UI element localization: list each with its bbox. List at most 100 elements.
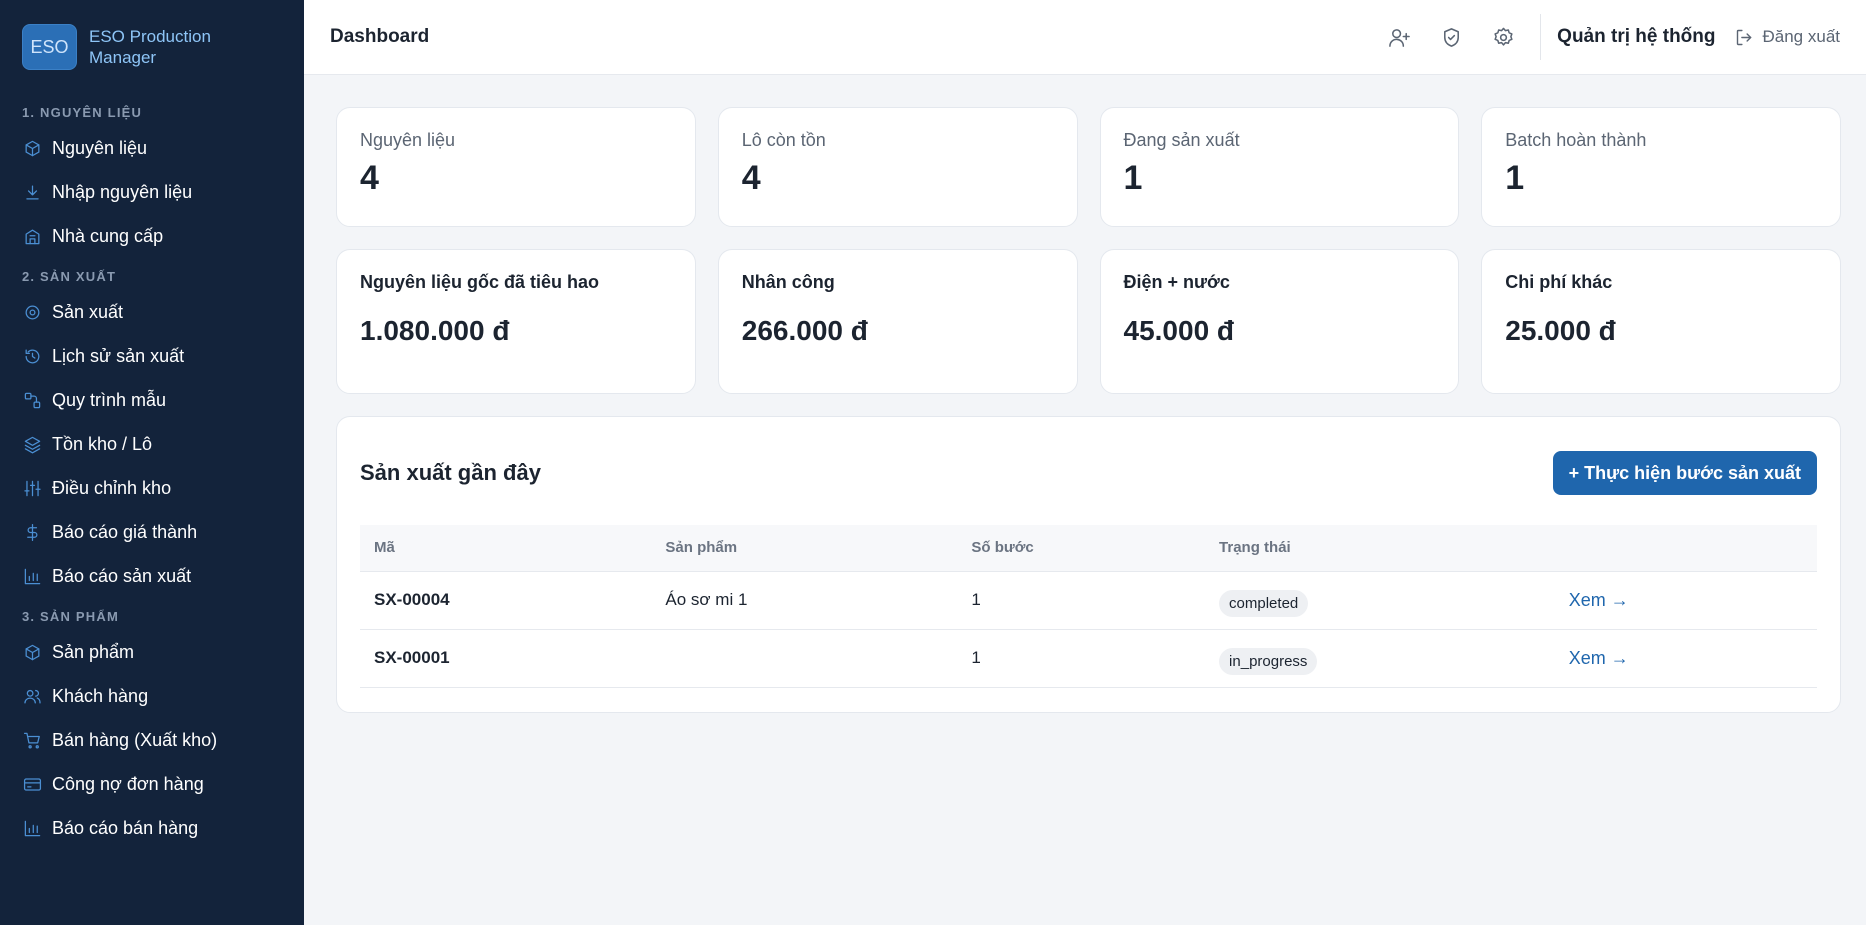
sidebar-item-label: Nhà cung cấp	[52, 225, 164, 246]
view-link[interactable]: Xem →	[1569, 648, 1629, 668]
action-cell: Xem →	[1554, 571, 1817, 630]
column-header	[1554, 525, 1817, 572]
sliders-icon	[22, 478, 42, 498]
admin-label[interactable]: Quản trị hệ thống	[1557, 26, 1715, 48]
panel-header: Sản xuất gần đây + Thực hiện bước sản xu…	[360, 451, 1817, 495]
cost-label: Điện + nước	[1123, 272, 1230, 292]
add-user-icon[interactable]	[1386, 24, 1412, 50]
sidebar-item[interactable]: Báo cáo giá thành	[0, 510, 304, 554]
cart-icon	[22, 730, 42, 750]
brand-name: ESO Production Manager	[89, 27, 211, 67]
sidebar-item[interactable]: Khách hàng	[0, 674, 304, 718]
credit-card-icon	[22, 774, 42, 794]
cost-value: 45.000 đ	[1123, 315, 1235, 346]
sidebar-item-label: Nhập nguyên liệu	[52, 181, 193, 202]
stat-card: Nguyên liệu 4	[336, 107, 696, 227]
cost-card: Điện + nước 45.000 đ	[1099, 249, 1460, 394]
column-header: Mã	[360, 525, 652, 572]
brand[interactable]: ESO ESO Production Manager	[0, 24, 304, 70]
column-header: Số bước	[957, 525, 1206, 572]
logout-icon	[1736, 29, 1751, 45]
sidebar-item[interactable]: Công nợ đơn hàng	[0, 762, 304, 806]
stat-card: Batch hoàn thành 1	[1481, 107, 1841, 227]
sidebar: ESO ESO Production Manager 1. NGUYÊN LIỆ…	[0, 0, 304, 925]
sidebar-item-label: Công nợ đơn hàng	[52, 773, 204, 794]
stat-card: Lô còn tồn 4	[717, 107, 1078, 227]
production-code: SX-00001	[360, 629, 652, 688]
sidebar-item-label: Tồn kho / Lô	[52, 433, 153, 454]
sidebar-section-label: 2. SẢN XUẤT	[22, 269, 117, 284]
cost-label: Chi phí khác	[1505, 272, 1613, 292]
stat-value: 4	[360, 159, 379, 197]
logout-label: Đăng xuất	[1762, 27, 1841, 46]
cost-value: 1.080.000 đ	[360, 315, 510, 346]
sidebar-item[interactable]: Lịch sử sản xuất	[0, 334, 304, 378]
bar-chart-icon	[22, 818, 42, 838]
topbar-divider	[1540, 14, 1542, 60]
table-row: SX-00001 1 in_progress Xem →	[360, 629, 1817, 688]
topbar: Dashboard Quản trị hệ thống Đăng xuất	[304, 0, 1866, 75]
sidebar-item-label: Báo cáo bán hàng	[52, 817, 199, 838]
stat-card: Đang sản xuất 1	[1099, 107, 1460, 227]
gear-icon[interactable]	[1490, 24, 1516, 50]
sidebar-item-label: Sản xuất	[52, 301, 124, 322]
recent-production-table: Mã Sản phẩm Số bước Trạng thái SX-00004 Áo …	[360, 525, 1817, 688]
stats-row: Nguyên liệu 4 Lô còn tồn 4 Đang sản xuất 1…	[336, 107, 1841, 227]
product-name: Áo sơ mi 1	[651, 571, 958, 630]
box-icon	[22, 642, 42, 662]
column-header: Trạng thái	[1205, 525, 1555, 572]
history-icon	[22, 346, 42, 366]
view-link[interactable]: Xem →	[1569, 590, 1629, 610]
sidebar-item[interactable]: Báo cáo bán hàng	[0, 806, 304, 850]
status-badge: in_progress	[1219, 647, 1318, 675]
product-name	[651, 629, 958, 688]
sidebar-item[interactable]: Báo cáo sản xuất	[0, 554, 304, 598]
sidebar-item[interactable]: Tồn kho / Lô	[0, 422, 304, 466]
shield-icon[interactable]	[1438, 24, 1464, 50]
brand-logo: ESO	[22, 24, 77, 70]
table-body: SX-00004 Áo sơ mi 1 1 completed Xem → SX…	[360, 571, 1817, 688]
gear-icon	[22, 302, 42, 322]
action-cell: Xem →	[1554, 629, 1817, 688]
logout-button[interactable]: Đăng xuất	[1734, 27, 1841, 48]
cost-card: Nguyên liệu gốc đã tiêu hao 1.080.000 đ	[336, 249, 696, 394]
sidebar-item-label: Quy trình mẫu	[52, 389, 167, 410]
dashboard-content: Nguyên liệu 4 Lô còn tồn 4 Đang sản xuất 1…	[304, 75, 1866, 713]
sidebar-item[interactable]: Nguyên liệu	[0, 126, 304, 170]
status-badge: completed	[1219, 589, 1309, 617]
sidebar-item-label: Điều chỉnh kho	[52, 477, 172, 498]
sidebar-item-label: Báo cáo sản xuất	[52, 565, 192, 586]
step-count: 1	[957, 571, 1206, 630]
add-production-step-button[interactable]: + Thực hiện bước sản xuất	[1552, 451, 1817, 495]
cost-label: Nguyên liệu gốc đã tiêu hao	[360, 272, 600, 292]
download-icon	[22, 182, 42, 202]
stat-label: Batch hoàn thành	[1505, 130, 1647, 150]
sidebar-item[interactable]: Nhập nguyên liệu	[0, 170, 304, 214]
sidebar-item[interactable]: Sản phẩm	[0, 630, 304, 674]
sidebar-item[interactable]: Bán hàng (Xuất kho)	[0, 718, 304, 762]
workflow-icon	[22, 390, 42, 410]
sidebar-nav: 1. NGUYÊN LIỆU Nguyên liệu Nhập nguyên liệ…	[0, 104, 304, 850]
sidebar-item[interactable]: Sản xuất	[0, 290, 304, 334]
stat-value: 1	[1123, 159, 1143, 197]
column-header: Sản phẩm	[651, 525, 958, 572]
step-count: 1	[957, 629, 1206, 688]
production-code: SX-00004	[360, 571, 652, 630]
cost-card: Nhân công 266.000 đ	[717, 249, 1078, 394]
main-area: Dashboard Quản trị hệ thống Đăng xuất Ng…	[304, 0, 1866, 925]
sidebar-item[interactable]: Điều chỉnh kho	[0, 466, 304, 510]
panel-title: Sản xuất gần đây	[360, 460, 541, 485]
sidebar-section-label: 3. SẢN PHẨM	[22, 609, 119, 624]
sidebar-item-label: Bán hàng (Xuất kho)	[52, 729, 218, 750]
users-icon	[22, 686, 42, 706]
dollar-icon	[22, 522, 42, 542]
stat-label: Lô còn tồn	[741, 130, 826, 150]
table-header-row: Mã Sản phẩm Số bước Trạng thái	[360, 525, 1817, 572]
status-cell: in_progress	[1205, 629, 1555, 688]
sidebar-item[interactable]: Nhà cung cấp	[0, 214, 304, 258]
layers-icon	[22, 434, 42, 454]
sidebar-item[interactable]: Quy trình mẫu	[0, 378, 304, 422]
recent-production-panel: Sản xuất gần đây + Thực hiện bước sản xu…	[336, 416, 1841, 713]
